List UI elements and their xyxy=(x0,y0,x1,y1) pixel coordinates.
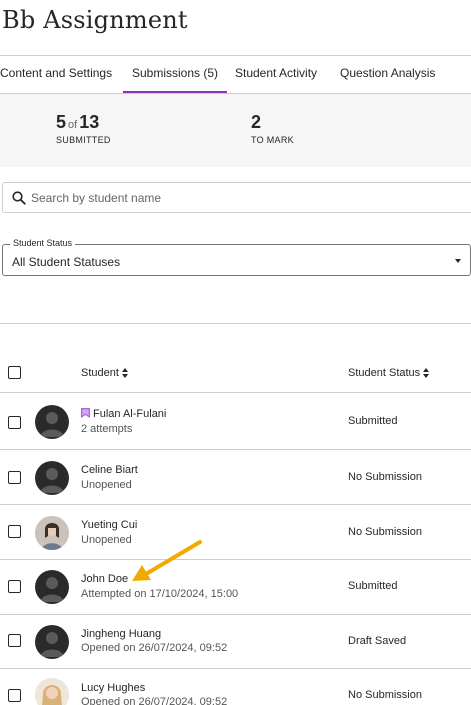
student-activity: Opened on 26/07/2024, 09:52 xyxy=(81,696,228,705)
to-mark-label: TO MARK xyxy=(251,135,294,145)
row-checkbox[interactable] xyxy=(8,634,21,647)
submitted-stat: 5 of 13 SUBMITTED xyxy=(56,112,111,145)
user-photo-icon xyxy=(35,678,69,705)
student-status-legend: Student Status xyxy=(10,238,76,248)
student-name[interactable]: Yueting Cui xyxy=(81,519,137,531)
tab-content-and-settings[interactable]: Content and Settings xyxy=(0,56,112,94)
row-checkbox[interactable] xyxy=(8,525,21,538)
user-placeholder-icon xyxy=(40,632,64,657)
divider xyxy=(0,323,471,324)
tab-submissions[interactable]: Submissions (5) xyxy=(123,56,228,94)
student-status: Submitted xyxy=(348,580,398,592)
sort-icon xyxy=(423,368,430,379)
student-status-select[interactable]: Student Status All Student Statuses xyxy=(2,238,471,276)
search-icon xyxy=(12,191,26,205)
user-photo-icon xyxy=(35,516,69,550)
student-status: No Submission xyxy=(348,471,422,483)
avatar xyxy=(35,405,69,439)
avatar xyxy=(35,678,69,705)
status-column-header[interactable]: Student Status xyxy=(348,367,430,379)
table-row[interactable]: Celine Biart Unopened No Submission xyxy=(0,449,471,504)
user-placeholder-icon xyxy=(40,468,64,493)
tab-bar: Content and Settings Submissions (5) Stu… xyxy=(0,56,471,94)
student-status: Draft Saved xyxy=(348,635,407,647)
flag-icon xyxy=(81,408,90,418)
student-name-label: Fulan Al-Fulani xyxy=(93,408,167,420)
student-status: Submitted xyxy=(348,415,398,427)
chevron-down-icon xyxy=(455,259,461,263)
student-name[interactable]: Fulan Al-Fulani xyxy=(81,408,166,420)
student-status-value: All Student Statuses xyxy=(12,255,121,269)
search-input[interactable] xyxy=(31,184,451,211)
user-placeholder-icon xyxy=(40,412,64,437)
row-checkbox[interactable] xyxy=(8,689,21,702)
student-activity: 2 attempts xyxy=(81,423,133,435)
select-all-checkbox[interactable] xyxy=(8,366,21,379)
submitted-label: SUBMITTED xyxy=(56,135,111,145)
table-row[interactable]: John Doe Attempted on 17/10/2024, 15:00 … xyxy=(0,559,471,614)
student-activity: Attempted on 17/10/2024, 15:00 xyxy=(81,588,239,600)
student-name[interactable]: Jingheng Huang xyxy=(81,628,161,640)
table-row[interactable]: Yueting Cui Unopened No Submission xyxy=(0,504,471,559)
search-box xyxy=(2,182,471,213)
tab-student-activity[interactable]: Student Activity xyxy=(235,56,317,94)
table-row[interactable]: Jingheng Huang Opened on 26/07/2024, 09:… xyxy=(0,614,471,668)
status-header-label: Student Status xyxy=(348,367,421,379)
to-mark-count: 2 xyxy=(251,112,262,132)
of-label: of xyxy=(68,119,78,131)
page-title: Bb Assignment xyxy=(2,6,188,34)
to-mark-stat: 2 TO MARK xyxy=(251,112,294,145)
submitted-count: 5 xyxy=(56,112,67,132)
table-row[interactable]: Fulan Al-Fulani 2 attempts Submitted xyxy=(0,392,471,449)
student-name[interactable]: Celine Biart xyxy=(81,464,138,476)
student-header-label: Student xyxy=(81,367,119,379)
avatar xyxy=(35,570,69,604)
avatar xyxy=(35,461,69,495)
student-activity: Unopened xyxy=(81,479,132,491)
row-checkbox[interactable] xyxy=(8,416,21,429)
student-name[interactable]: Lucy Hughes xyxy=(81,682,145,694)
table-header: Student Student Status xyxy=(0,352,471,392)
avatar xyxy=(35,625,69,659)
student-activity: Opened on 26/07/2024, 09:52 xyxy=(81,642,228,654)
arrow-annotation xyxy=(132,540,202,581)
table-row[interactable]: Lucy Hughes Opened on 26/07/2024, 09:52 … xyxy=(0,668,471,705)
tab-question-analysis[interactable]: Question Analysis xyxy=(340,56,435,94)
user-placeholder-icon xyxy=(40,577,64,602)
student-column-header[interactable]: Student xyxy=(81,367,128,379)
submission-summary: 5 of 13 SUBMITTED 2 TO MARK xyxy=(0,94,471,167)
student-status: No Submission xyxy=(348,526,422,538)
row-checkbox[interactable] xyxy=(8,580,21,593)
student-status: No Submission xyxy=(348,689,422,701)
sort-icon xyxy=(121,368,128,379)
avatar xyxy=(35,516,69,550)
total-count: 13 xyxy=(79,112,100,132)
row-checkbox[interactable] xyxy=(8,471,21,484)
